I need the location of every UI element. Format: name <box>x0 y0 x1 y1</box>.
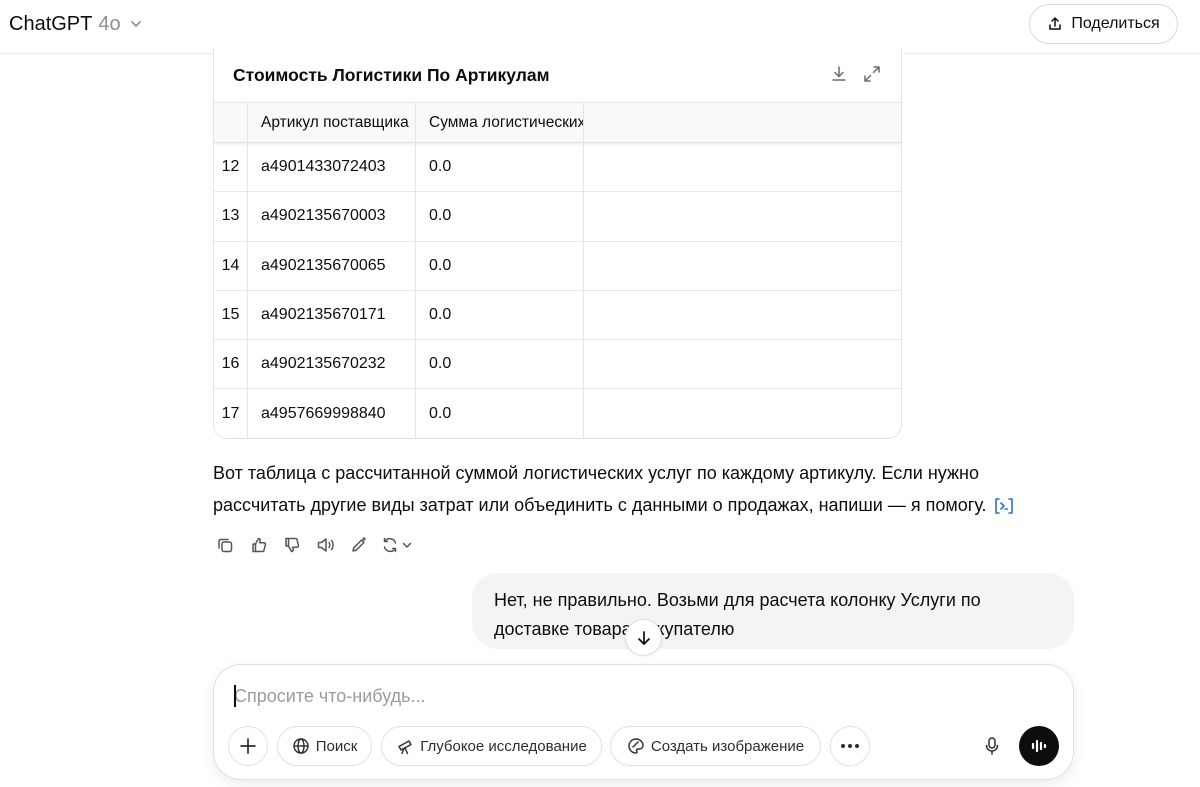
data-table: Артикул поставщика Сумма логистических у… <box>214 102 901 438</box>
refresh-icon <box>383 537 396 553</box>
article-cell[interactable]: a4902135670065 <box>248 241 416 290</box>
sum-cell[interactable]: 0.0 <box>416 340 584 389</box>
empty-header <box>584 103 901 142</box>
row-index: 12 <box>214 143 248 192</box>
row-index: 16 <box>214 340 248 389</box>
empty-cell <box>584 389 901 438</box>
plus-icon <box>240 738 256 754</box>
attach-button[interactable] <box>228 726 268 766</box>
table-row: 17 a4957669998840 0.0 <box>214 389 901 438</box>
column-header[interactable]: Артикул поставщика <box>248 103 416 142</box>
user-message: Нет, не правильно. Возьми для расчета ко… <box>472 573 1074 649</box>
assistant-message-text: Вот таблица с рассчитанной суммой логист… <box>213 463 987 515</box>
globe-icon <box>293 738 309 754</box>
table-card: Стоимость Логистики По Артикулам Артикул… <box>213 48 902 439</box>
voice-mode-button[interactable] <box>1019 726 1059 766</box>
thumbs-up-button[interactable] <box>247 533 271 557</box>
chevron-down-icon <box>402 542 411 548</box>
thumbs-down-icon <box>285 537 300 553</box>
deep-research-button[interactable]: Глубокое исследование <box>381 726 602 766</box>
article-cell[interactable]: a4957669998840 <box>248 389 416 438</box>
copy-button[interactable] <box>213 533 237 557</box>
telescope-icon <box>398 740 412 755</box>
assistant-message: Вот таблица с рассчитанной суммой логист… <box>213 457 1043 521</box>
model-version: 4o <box>98 12 121 35</box>
thumbs-down-button[interactable] <box>280 533 304 557</box>
deep-research-label: Глубокое исследование <box>420 737 587 755</box>
composer: Поиск Глубокое исследование Создать изоб… <box>213 664 1074 780</box>
row-index: 15 <box>214 290 248 340</box>
citation-icon[interactable] <box>993 497 1015 515</box>
message-actions <box>213 533 426 557</box>
read-aloud-button[interactable] <box>314 533 338 557</box>
waveform-icon <box>1031 739 1047 753</box>
regenerate-button[interactable] <box>381 533 417 557</box>
model-name: ChatGPT <box>9 12 93 35</box>
index-header <box>214 103 248 142</box>
article-cell[interactable]: a4901433072403 <box>248 143 416 192</box>
table-row: 13 a4902135670003 0.0 <box>214 192 901 242</box>
pen-sparkle-icon <box>352 536 367 552</box>
palette-icon <box>628 738 644 754</box>
speaker-icon <box>317 538 334 552</box>
empty-cell <box>584 143 901 191</box>
user-message-text: Нет, не правильно. Возьми для расчета ко… <box>494 590 981 639</box>
top-bar: ChatGPT 4o Поделиться <box>0 0 1200 54</box>
microphone-icon <box>985 737 999 755</box>
table-header-row: Артикул поставщика Сумма логистических у… <box>214 102 901 143</box>
copy-icon <box>218 538 233 553</box>
chevron-down-icon <box>130 21 141 27</box>
sum-cell[interactable]: 0.0 <box>416 389 584 438</box>
table-row: 16 a4902135670232 0.0 <box>214 340 901 390</box>
search-tool-label: Поиск <box>315 737 358 755</box>
table-title: Стоимость Логистики По Артикулам <box>233 65 550 85</box>
search-tool-button[interactable]: Поиск <box>277 726 372 766</box>
edit-canvas-button[interactable] <box>347 533 371 557</box>
sum-cell[interactable]: 0.0 <box>416 290 584 340</box>
sum-cell[interactable]: 0.0 <box>416 192 584 241</box>
table-row: 12 a4901433072403 0.0 <box>214 143 901 193</box>
model-selector[interactable]: ChatGPT 4o <box>9 10 143 38</box>
create-image-label: Создать изображение <box>650 737 805 755</box>
more-tools-button[interactable] <box>830 726 870 766</box>
table-card-header: Стоимость Логистики По Артикулам <box>214 48 901 102</box>
thumbs-up-icon <box>251 537 266 553</box>
table-row: 15 a4902135670171 0.0 <box>214 290 901 341</box>
article-cell[interactable]: a4902135670003 <box>248 192 416 241</box>
empty-cell <box>584 340 901 388</box>
table-row: 14 a4902135670065 0.0 <box>214 241 901 291</box>
text-cursor <box>234 685 236 707</box>
article-cell[interactable]: a4902135670171 <box>248 290 416 340</box>
share-button[interactable]: Поделиться <box>1029 4 1178 44</box>
row-index: 17 <box>214 389 248 438</box>
empty-cell <box>584 242 901 290</box>
arrow-down-icon <box>637 630 650 645</box>
article-cell[interactable]: a4902135670232 <box>248 340 416 389</box>
sum-cell[interactable]: 0.0 <box>416 143 584 192</box>
sum-cell[interactable]: 0.0 <box>416 241 584 290</box>
empty-cell <box>584 291 901 339</box>
more-horizontal-icon <box>841 744 859 748</box>
download-icon[interactable] <box>830 65 848 83</box>
row-index: 14 <box>214 241 248 290</box>
scroll-to-bottom-button[interactable] <box>625 619 662 656</box>
share-icon <box>1049 17 1062 30</box>
expand-icon[interactable] <box>863 65 881 83</box>
column-header[interactable]: Сумма логистических услуг <box>416 103 584 142</box>
empty-cell <box>584 192 901 240</box>
create-image-button[interactable]: Создать изображение <box>610 726 821 766</box>
prompt-input[interactable] <box>234 683 1034 709</box>
dictate-button[interactable] <box>972 726 1012 766</box>
share-label: Поделиться <box>1071 15 1160 32</box>
row-index: 13 <box>214 192 248 241</box>
